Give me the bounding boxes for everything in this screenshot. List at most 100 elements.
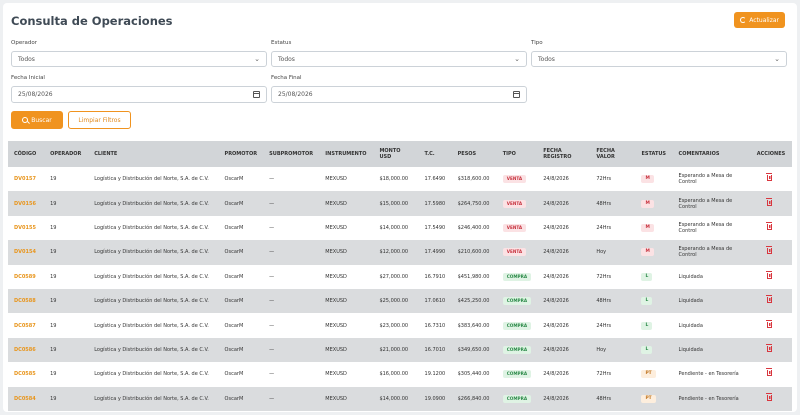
cell-promotor: OscarM: [224, 298, 244, 305]
cell-cliente: Logística y Distribución del Norte, S.A.…: [94, 224, 209, 231]
estatus-select[interactable]: Todos ⌄: [271, 51, 527, 67]
trash-icon[interactable]: [766, 392, 773, 401]
trash-icon[interactable]: [766, 173, 773, 182]
cell-code[interactable]: DC0586: [8, 338, 44, 362]
col-header: OPERADOR: [50, 151, 82, 157]
cell-monto: $21,000.00: [379, 346, 409, 353]
cell-subpromotor: —: [269, 249, 275, 256]
cell-instrumento: MEXUSD: [325, 176, 347, 183]
cell-tipo: COMPRA: [497, 289, 537, 313]
cell-acciones: [751, 191, 792, 215]
status-badge: PT: [641, 394, 656, 403]
cell-operador: 19: [50, 346, 57, 353]
cell-subpromotor: —: [269, 200, 275, 207]
search-button[interactable]: Buscar: [11, 111, 63, 129]
table-row[interactable]: DC0585 19 Logística y Distribución del Nor…: [8, 362, 792, 386]
cell-tipo: VENTA: [497, 240, 537, 264]
fecha-final-input[interactable]: 25/08/2026: [271, 86, 527, 103]
cell-comentarios: Esperando a Mesa de Control: [678, 197, 733, 210]
tipo-badge: COMPRA: [502, 394, 532, 403]
clear-filters-button[interactable]: Limpiar Filtros: [68, 111, 131, 129]
trash-icon[interactable]: [766, 319, 773, 328]
table-row[interactable]: DC0586 19 Logística y Distribución del Nor…: [8, 337, 792, 363]
calendar-icon[interactable]: [513, 91, 520, 98]
cell-fecha-valor: 72Hrs: [596, 371, 612, 378]
cell-tc: 17.5490: [424, 224, 446, 231]
trash-icon[interactable]: [766, 295, 773, 304]
cell-code[interactable]: DC0589: [8, 265, 44, 289]
cell-code[interactable]: DV0154: [8, 240, 44, 264]
cell-promotor: OscarM: [224, 224, 244, 231]
cell-code[interactable]: DC0585: [8, 362, 44, 386]
cell-code[interactable]: DC0584: [8, 387, 44, 411]
cell-estatus: M: [635, 216, 672, 240]
page-title: Consulta de Operaciones: [11, 14, 173, 28]
cell-instrumento: MEXUSD: [325, 273, 347, 280]
cell-code[interactable]: DC0587: [8, 313, 44, 337]
col-header: FECHA VALOR: [596, 148, 615, 160]
cell-pesos: $451,980.00: [457, 273, 490, 280]
cell-promotor: OscarM: [224, 176, 244, 183]
cell-estatus: L: [635, 338, 672, 362]
cell-cliente: Logística y Distribución del Norte, S.A.…: [94, 298, 209, 305]
col-header: SUBPROMOTOR: [269, 151, 314, 157]
table-row[interactable]: DC0587 19 Logística y Distribución del Nor…: [8, 313, 792, 337]
status-badge: L: [641, 297, 653, 306]
cell-pesos: $349,650.00: [457, 346, 490, 353]
cell-code[interactable]: DV0156: [8, 191, 44, 215]
cell-tc: 17.5980: [424, 200, 446, 207]
table-row[interactable]: DV0157 19 Logística y Distribución del Nor…: [8, 167, 792, 191]
table-row[interactable]: DV0154 19 Logística y Distribución del Nor…: [8, 240, 792, 265]
table-row[interactable]: DC0589 19 Logística y Distribución del Nor…: [8, 265, 792, 289]
fecha-inicial-value: 25/08/2026: [18, 91, 53, 98]
cell-monto: $14,000.00: [379, 395, 409, 402]
cell-instrumento: MEXUSD: [325, 249, 347, 256]
cell-code[interactable]: DV0157: [8, 167, 44, 191]
chevron-down-icon: ⌄: [774, 55, 780, 63]
operador-select[interactable]: Todos ⌄: [11, 51, 267, 67]
cell-code[interactable]: DV0155: [8, 216, 44, 240]
cell-fecha-valor: 24Hrs: [596, 224, 612, 231]
table-row[interactable]: DV0155 19 Logística y Distribución del Nor…: [8, 216, 792, 240]
trash-icon[interactable]: [766, 368, 773, 377]
table-row[interactable]: DC0588 19 Logística y Distribución del Nor…: [8, 288, 792, 314]
cell-comentarios: Esperando a Mesa de Control: [678, 221, 733, 234]
cell-estatus: M: [635, 240, 672, 264]
estatus-value: Todos: [278, 55, 295, 63]
cell-operador: 19: [50, 224, 57, 231]
cell-monto: $18,000.00: [379, 176, 409, 183]
table-row[interactable]: DV0156 19 Logística y Distribución del Nor…: [8, 191, 792, 216]
trash-icon[interactable]: [766, 197, 773, 206]
tipo-badge: COMPRA: [502, 345, 532, 354]
trash-icon[interactable]: [766, 246, 773, 255]
tipo-select[interactable]: Todos ⌄: [531, 51, 787, 67]
cell-fecha-registro: 24/8/2026: [543, 395, 569, 402]
chevron-down-icon: ⌄: [254, 55, 260, 63]
cell-fecha-registro: 24/8/2026: [543, 273, 569, 280]
cell-acciones: [751, 289, 792, 313]
trash-icon[interactable]: [766, 270, 773, 279]
tipo-badge: COMPRA: [502, 297, 532, 306]
fecha-inicial-input[interactable]: 25/08/2026: [11, 86, 267, 103]
col-header: T.C.: [424, 151, 435, 157]
cell-code[interactable]: DC0588: [8, 289, 44, 313]
cell-subpromotor: —: [269, 224, 275, 231]
cell-estatus: L: [635, 289, 672, 313]
cell-fecha-registro: 24/8/2026: [543, 346, 569, 353]
cell-cliente: Logística y Distribución del Norte, S.A.…: [94, 200, 209, 207]
tipo-label: Tipo: [531, 40, 543, 46]
cell-instrumento: MEXUSD: [325, 224, 347, 231]
calendar-icon[interactable]: [253, 91, 260, 98]
cell-operador: 19: [50, 395, 57, 402]
tipo-badge: VENTA: [502, 248, 527, 257]
trash-icon[interactable]: [766, 343, 773, 352]
status-badge: M: [641, 248, 654, 257]
table-row[interactable]: DC0584 19 Logística y Distribución del Nor…: [8, 386, 792, 411]
cell-monto: $23,000.00: [379, 322, 409, 329]
cell-pesos: $264,750.00: [457, 200, 490, 207]
cell-pesos: $210,600.00: [457, 249, 490, 256]
fecha-final-value: 25/08/2026: [278, 91, 313, 98]
col-header: INSTRUMENTO: [325, 151, 367, 157]
trash-icon[interactable]: [766, 221, 773, 230]
refresh-button[interactable]: Actualizar: [734, 12, 785, 28]
